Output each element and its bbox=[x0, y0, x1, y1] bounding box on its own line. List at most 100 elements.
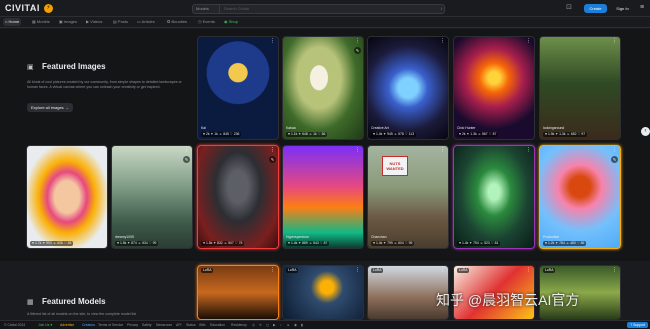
more-options-icon[interactable]: ⋮ bbox=[355, 267, 360, 273]
model-type-badge: LoRA bbox=[201, 268, 214, 273]
nav-articles[interactable]: ▭ Articles bbox=[135, 18, 157, 26]
more-options-icon[interactable]: ⋮ bbox=[355, 38, 360, 44]
card-author[interactable]: Kakaa bbox=[286, 126, 296, 130]
more-options-icon[interactable]: ⋮ bbox=[526, 147, 531, 153]
card-author[interactable]: dreamy1005 bbox=[115, 235, 134, 239]
card-author[interactable]: Civic Hunter bbox=[457, 126, 475, 130]
arrow-right-icon: → bbox=[64, 105, 69, 110]
card-author[interactable]: lookingaround bbox=[543, 126, 564, 130]
home-icon: ⌂ bbox=[5, 19, 8, 24]
image-card[interactable]: ⋮ ♥ 1.4k ✦ 794 ☺ 523 ♡ 81 bbox=[453, 145, 535, 249]
image-card[interactable]: ⋮ ✎ ♥ 1.5k ✦ 832 ☺ 507 ♡ 75 bbox=[197, 145, 279, 249]
search-bar[interactable]: Models Search Civitai / bbox=[192, 4, 445, 14]
card-stats: ♥ 1.2k ✦ 784 ☺ 480 ♡ 86 bbox=[543, 241, 587, 246]
support-button[interactable]: ? Support bbox=[627, 322, 648, 328]
sign-in-button[interactable]: Sign In bbox=[612, 4, 633, 13]
image-card[interactable]: ⋮ Hyperspectrum ♥ 1.4k ✦ 889 ☺ 543 ♡ 87 bbox=[282, 145, 364, 249]
x-icon[interactable]: ✕ bbox=[259, 322, 262, 328]
github-icon[interactable]: ◉ bbox=[294, 322, 297, 328]
image-card[interactable]: ⋮ lookingaround ♥ 1.9k ✦ 1.3k ☺ 652 ♡ 97 bbox=[539, 36, 621, 140]
buzz-coin-icon[interactable]: ⚡ bbox=[44, 4, 53, 13]
image-card[interactable]: ⋮ Civic Hunter ♥ 2k ✦ 1.3k ☺ 567 ♡ 87 bbox=[453, 36, 535, 140]
more-options-icon[interactable]: ⋮ bbox=[440, 267, 445, 273]
more-options-icon[interactable]: ⋮ bbox=[184, 147, 189, 153]
more-options-icon[interactable]: ⋮ bbox=[270, 147, 275, 153]
more-options-icon[interactable]: ⋮ bbox=[526, 38, 531, 44]
model-type-badge: LoRA bbox=[371, 268, 384, 273]
nuts-wanted-sign: NUTS WANTED bbox=[382, 156, 408, 176]
reddit-icon[interactable]: ● bbox=[287, 322, 289, 328]
nav-events[interactable]: ◷ Events bbox=[196, 18, 217, 26]
more-options-icon[interactable]: ⋮ bbox=[612, 267, 617, 273]
footer-newsroom[interactable]: Newsroom bbox=[156, 322, 172, 328]
model-card[interactable]: LoRA ⋮ bbox=[282, 265, 364, 320]
more-options-icon[interactable]: ⋮ bbox=[270, 38, 275, 44]
remix-icon[interactable]: ✎ bbox=[611, 156, 618, 163]
footer-education[interactable]: Education bbox=[210, 322, 225, 328]
card-stats: ♥ 1.4k ✦ 889 ☺ 543 ♡ 87 bbox=[286, 241, 330, 246]
featured-models-title: Featured Models bbox=[42, 297, 106, 306]
instagram-icon[interactable]: ◻ bbox=[266, 322, 269, 328]
tiktok-icon[interactable]: ♪ bbox=[280, 322, 282, 328]
image-card[interactable]: ⋮ ✎ dreamy1005 ♥ 1.5k ✦ 874 ☺ 534 ♡ 99 bbox=[111, 145, 193, 249]
nav-home[interactable]: ⌂ Home bbox=[3, 18, 22, 26]
nav-shop[interactable]: ◉ Shop bbox=[222, 18, 240, 26]
more-options-icon[interactable]: ⋮ bbox=[440, 147, 445, 153]
card-author[interactable]: Creative Art bbox=[371, 126, 389, 130]
search-shortcut-hint: / bbox=[440, 6, 442, 11]
more-options-icon[interactable]: ⋮ bbox=[440, 38, 445, 44]
card-author[interactable]: Productive bbox=[543, 235, 559, 239]
top-bar: CIVITAI ⚡ Models Search Civitai / ⊡ Crea… bbox=[0, 0, 650, 17]
remix-icon[interactable]: ✎ bbox=[354, 47, 361, 54]
card-stats: ♥ 1.5k ✦ 874 ☺ 534 ♡ 99 bbox=[115, 241, 159, 246]
footer-advertise[interactable]: Advertise bbox=[60, 322, 74, 328]
explore-all-images-button[interactable]: Explore all images → bbox=[27, 103, 73, 112]
more-options-icon[interactable]: ⋮ bbox=[270, 267, 275, 273]
chevron-left-icon[interactable]: ‹ bbox=[641, 127, 650, 136]
footer-safety[interactable]: Safety bbox=[142, 322, 152, 328]
footer-status[interactable]: Status bbox=[186, 322, 196, 328]
articles-icon: ▭ bbox=[137, 19, 141, 24]
nav-videos[interactable]: ▶ Videos bbox=[84, 18, 104, 26]
more-options-icon[interactable]: ⋮ bbox=[612, 147, 617, 153]
create-button[interactable]: Create bbox=[584, 4, 607, 13]
footer-join-us[interactable]: Join Us ♥ bbox=[38, 322, 52, 328]
cart-icon[interactable]: ⊡ bbox=[565, 4, 573, 12]
card-author[interactable]: Chanchan bbox=[371, 235, 386, 239]
nav-bounties[interactable]: ✪ Bounties bbox=[165, 18, 189, 26]
twitch-icon[interactable]: ▮ bbox=[301, 322, 303, 328]
footer-api[interactable]: API bbox=[176, 322, 181, 328]
discord-icon[interactable]: ◎ bbox=[252, 322, 255, 328]
nav-models[interactable]: ▦ Models bbox=[30, 18, 52, 26]
remix-icon[interactable]: ✎ bbox=[269, 156, 276, 163]
nav-images[interactable]: ▣ Images bbox=[57, 18, 79, 26]
hamburger-menu-icon[interactable]: ≡ bbox=[640, 4, 644, 12]
footer-terms[interactable]: Terms of Service bbox=[98, 322, 123, 328]
footer-copyright: © Civitai 2024 bbox=[4, 323, 26, 327]
image-card[interactable]: ⋮ ✎ Kakaa ♥ 1.1k ✦ 648 ☺ 1k ♡ 86 bbox=[282, 36, 364, 140]
card-author[interactable]: Hyperspectrum bbox=[286, 235, 309, 239]
image-card[interactable]: ⋮ Kai ♥ 2k ✦ 1k ☺ 845 ♡ 236 bbox=[197, 36, 279, 140]
card-stats: ♥ 2k ✦ 1k ☺ 845 ♡ 236 bbox=[201, 132, 242, 137]
footer-wiki[interactable]: Wiki bbox=[199, 322, 205, 328]
civitai-logo[interactable]: CIVITAI bbox=[5, 3, 40, 13]
search-input[interactable]: Search Civitai bbox=[224, 5, 249, 13]
more-options-icon[interactable]: ⋮ bbox=[526, 267, 531, 273]
footer-residency[interactable]: Residency bbox=[231, 322, 247, 328]
more-options-icon[interactable]: ⋮ bbox=[355, 147, 360, 153]
image-card[interactable]: ⋮ ♥ 1.7k ✦ 993 ☺ 608 ♡ 85 bbox=[26, 145, 108, 249]
images-icon: ▣ bbox=[59, 19, 63, 24]
footer-privacy[interactable]: Privacy bbox=[127, 322, 138, 328]
remix-icon[interactable]: ✎ bbox=[183, 156, 190, 163]
youtube-icon[interactable]: ▶ bbox=[273, 322, 276, 328]
nav-posts[interactable]: ▤ Posts bbox=[111, 18, 130, 26]
more-options-icon[interactable]: ⋮ bbox=[612, 38, 617, 44]
model-card[interactable]: LoRA ⋮ bbox=[197, 265, 279, 320]
more-options-icon[interactable]: ⋮ bbox=[99, 147, 104, 153]
image-card[interactable]: NUTS WANTED ⋮ Chanchan ♥ 1.4k ✦ 799 ☺ 60… bbox=[367, 145, 449, 249]
footer-creators[interactable]: Creators bbox=[82, 322, 95, 328]
card-author[interactable]: Kai bbox=[201, 126, 206, 130]
image-card[interactable]: ⋮ ✎ Productive ♥ 1.2k ✦ 784 ☺ 480 ♡ 86 bbox=[539, 145, 621, 249]
image-card[interactable]: ⋮ Creative Art ♥ 1.4k ✦ 945 ☺ 578 ♡ 113 bbox=[367, 36, 449, 140]
search-scope-select[interactable]: Models bbox=[193, 5, 220, 13]
